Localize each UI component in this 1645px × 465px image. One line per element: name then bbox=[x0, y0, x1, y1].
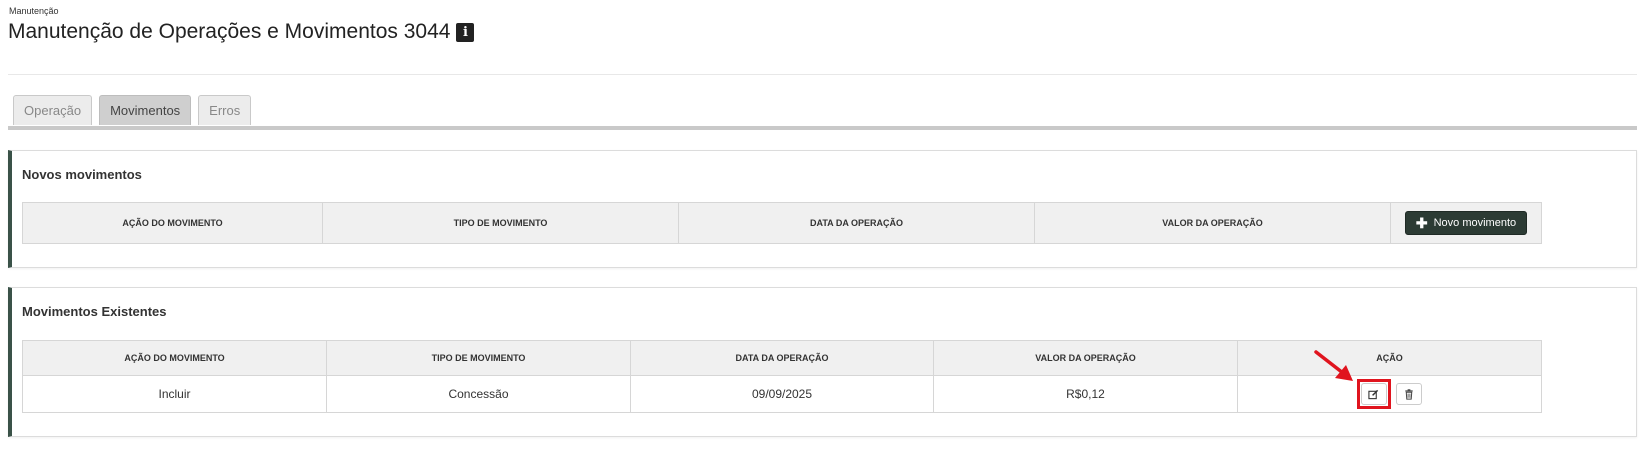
red-arrow-annotation bbox=[1314, 350, 1353, 381]
acao-cell: Incluir bbox=[22, 375, 327, 413]
column-header: DATA DA OPERAÇÃO bbox=[630, 340, 934, 376]
tipo-cell: Concessão bbox=[326, 375, 631, 413]
novos-movimentos-table: AÇÃO DO MOVIMENTO TIPO DE MOVIMENTO DATA… bbox=[22, 202, 1542, 244]
novo-movimento-label: Novo movimento bbox=[1433, 217, 1517, 229]
plus-icon: ✚ bbox=[1415, 215, 1428, 231]
edit-icon bbox=[1368, 389, 1379, 399]
column-header: AÇÃO DO MOVIMENTO bbox=[22, 202, 323, 244]
novo-movimento-cell: ✚ Novo movimento bbox=[1390, 202, 1542, 244]
row-actions-cell bbox=[1237, 375, 1542, 413]
column-header: DATA DA OPERAÇÃO bbox=[678, 202, 1035, 244]
tab-bar: Operação Movimentos Erros bbox=[13, 95, 258, 125]
movimentos-existentes-title: Movimentos Existentes bbox=[22, 304, 167, 319]
column-header: VALOR DA OPERAÇÃO bbox=[933, 340, 1238, 376]
novos-movimentos-title: Novos movimentos bbox=[22, 167, 142, 182]
data-cell: 09/09/2025 bbox=[630, 375, 934, 413]
column-header: TIPO DE MOVIMENTO bbox=[322, 202, 679, 244]
page-title: Manutenção de Operações e Movimentos 304… bbox=[8, 20, 451, 43]
novo-movimento-button[interactable]: ✚ Novo movimento bbox=[1404, 211, 1528, 235]
movimentos-existentes-panel: Movimentos Existentes AÇÃO DO MOVIMENTO … bbox=[8, 287, 1637, 437]
breadcrumb: Manutenção bbox=[9, 6, 59, 16]
delete-button[interactable] bbox=[1396, 383, 1423, 405]
novos-movimentos-panel: Novos movimentos AÇÃO DO MOVIMENTO TIPO … bbox=[8, 150, 1637, 268]
info-icon[interactable]: i bbox=[456, 22, 475, 42]
page-title-row: Manutenção de Operações e Movimentos 304… bbox=[8, 20, 475, 44]
trash-icon bbox=[1405, 388, 1413, 400]
tab-movimentos[interactable]: Movimentos bbox=[99, 95, 192, 125]
table-header-row: AÇÃO DO MOVIMENTO TIPO DE MOVIMENTO DATA… bbox=[22, 202, 1542, 244]
tab-operacao[interactable]: Operação bbox=[13, 95, 93, 125]
valor-cell: R$0,12 bbox=[933, 375, 1238, 413]
column-header: TIPO DE MOVIMENTO bbox=[326, 340, 631, 376]
tab-underline bbox=[8, 126, 1637, 130]
column-header: AÇÃO bbox=[1237, 340, 1542, 376]
column-header: VALOR DA OPERAÇÃO bbox=[1034, 202, 1391, 244]
tab-erros[interactable]: Erros bbox=[198, 95, 252, 125]
title-divider bbox=[8, 74, 1637, 75]
column-header: AÇÃO DO MOVIMENTO bbox=[22, 340, 327, 376]
edit-button-highlight bbox=[1356, 379, 1391, 409]
edit-button[interactable] bbox=[1360, 383, 1387, 405]
